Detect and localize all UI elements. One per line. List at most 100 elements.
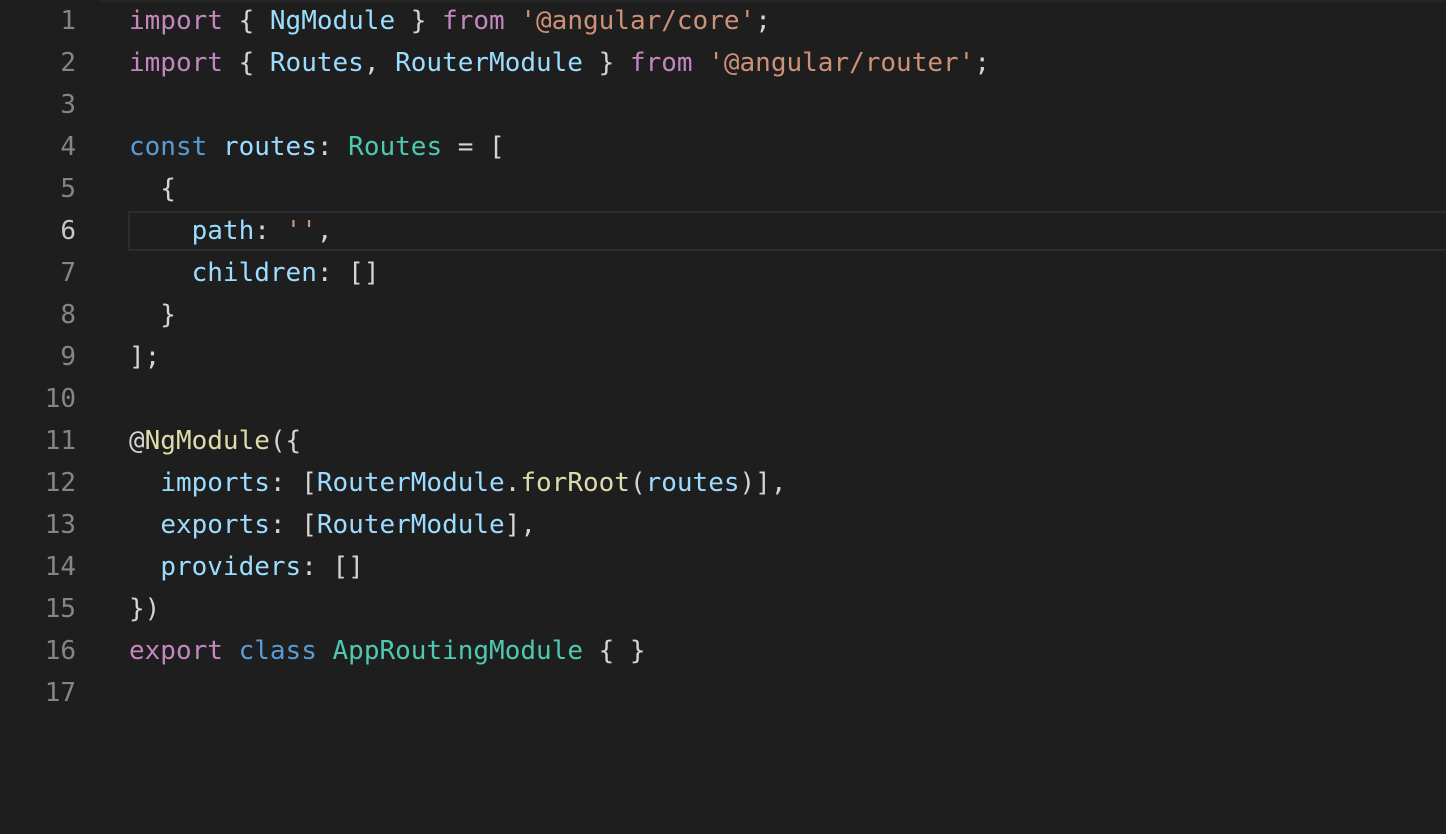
code-token: ''	[285, 216, 317, 246]
code-line[interactable]: 2 import { Routes, RouterModule } from '@…	[0, 42, 1446, 84]
code-token: ({	[269, 426, 302, 456]
code-line[interactable]: 5 {	[0, 168, 1446, 210]
code-token: .	[504, 468, 521, 498]
code-line[interactable]: 15})	[0, 588, 1446, 630]
code-line[interactable]: 6 path: '',	[0, 210, 1446, 252]
code-line[interactable]: 10	[0, 378, 1446, 420]
code-line[interactable]: 14 providers: []	[0, 546, 1446, 588]
code-token: ,	[363, 48, 396, 78]
line-number: 10	[44, 384, 76, 414]
code-token: const	[129, 132, 208, 162]
code-token: Routes	[348, 132, 443, 162]
code-token: RouterModule	[316, 468, 505, 498]
code-line[interactable]: 17	[0, 672, 1446, 714]
code-token: '@angular/core'	[520, 6, 756, 36]
line-number: 7	[60, 258, 76, 288]
code-token: )],	[739, 468, 787, 498]
line-number: 8	[60, 300, 76, 330]
code-token: class	[238, 636, 317, 666]
code-token: : [	[269, 468, 317, 498]
code-token: AppRoutingModule	[332, 636, 583, 666]
code-token: })	[129, 594, 161, 624]
code-line[interactable]: 12 imports: [RouterModule.forRoot(routes…	[0, 462, 1446, 504]
line-code[interactable]: path: '',	[129, 210, 1446, 252]
line-code[interactable]: export class AppRoutingModule { }	[129, 630, 1446, 672]
line-number: 1	[60, 6, 76, 36]
code-token: Routes	[269, 48, 364, 78]
code-token: RouterModule	[395, 48, 583, 78]
line-code[interactable]: {	[129, 168, 1446, 210]
line-number: 15	[44, 594, 76, 624]
code-token: ;	[755, 6, 771, 36]
line-code[interactable]: exports: [RouterModule],	[129, 504, 1446, 546]
code-line[interactable]: 16 export class AppRoutingModule { }	[0, 630, 1446, 672]
code-line[interactable]: 4 const routes: Routes = [	[0, 126, 1446, 168]
code-token: = [	[442, 132, 505, 162]
line-code[interactable]: providers: []	[129, 546, 1446, 588]
code-line[interactable]: 11 @NgModule({	[0, 420, 1446, 462]
code-line[interactable]: 9];	[0, 336, 1446, 378]
code-token: @	[129, 426, 145, 456]
code-token: :	[254, 216, 286, 246]
line-number: 13	[44, 510, 76, 540]
code-token: ],	[504, 510, 537, 540]
code-token: children	[191, 258, 317, 288]
line-code[interactable]: const routes: Routes = [	[129, 126, 1446, 168]
code-token: ;	[974, 48, 990, 78]
code-token: NgModule	[144, 426, 270, 456]
code-token: (	[629, 468, 646, 498]
code-token: {	[222, 48, 270, 78]
code-token: export	[129, 636, 223, 666]
code-line[interactable]: 8 }	[0, 294, 1446, 336]
code-line[interactable]: 7 children: []	[0, 252, 1446, 294]
code-token: {	[129, 174, 176, 204]
code-editor[interactable]: 1 import { NgModule } from '@angular/core…	[0, 0, 1446, 834]
line-number: 17	[44, 678, 76, 708]
code-token: routes	[645, 468, 740, 498]
code-line[interactable]: 1 import { NgModule } from '@angular/core…	[0, 0, 1446, 42]
code-token: import	[129, 6, 223, 36]
line-code[interactable]: import { Routes, RouterModule } from '@a…	[129, 42, 1446, 84]
line-code[interactable]: ];	[129, 336, 1446, 378]
code-token: {	[222, 6, 270, 36]
code-token: '@angular/router'	[708, 48, 975, 78]
line-number: 16	[44, 636, 76, 666]
code-token: ,	[316, 216, 333, 246]
code-token: from	[629, 48, 693, 78]
code-token: imports	[160, 468, 270, 498]
line-number: 5	[60, 174, 76, 204]
line-code[interactable]: })	[129, 588, 1446, 630]
code-token: path	[191, 216, 255, 246]
code-token: from	[442, 6, 505, 36]
line-number: 14	[44, 552, 76, 582]
code-token: routes	[222, 132, 317, 162]
line-number: 2	[60, 48, 76, 78]
code-token: : []	[301, 552, 364, 582]
code-token: }	[395, 6, 443, 36]
line-number: 4	[60, 132, 76, 162]
code-lines[interactable]: 1 import { NgModule } from '@angular/core…	[0, 0, 1446, 714]
code-line[interactable]: 13 exports: [RouterModule],	[0, 504, 1446, 546]
line-number: 6	[60, 216, 76, 246]
code-line[interactable]: 3	[0, 84, 1446, 126]
line-number: 12	[44, 468, 76, 498]
line-code[interactable]: import { NgModule } from '@angular/core'…	[129, 0, 1446, 42]
code-token: : [	[269, 510, 317, 540]
line-number: 11	[44, 426, 76, 456]
code-token: }	[129, 300, 176, 330]
line-code[interactable]: }	[129, 294, 1446, 336]
code-token: }	[582, 48, 630, 78]
line-code[interactable]: imports: [RouterModule.forRoot(routes)],	[129, 462, 1446, 504]
line-code[interactable]: @NgModule({	[129, 420, 1446, 462]
code-token: :	[316, 132, 349, 162]
line-code[interactable]: children: []	[129, 252, 1446, 294]
